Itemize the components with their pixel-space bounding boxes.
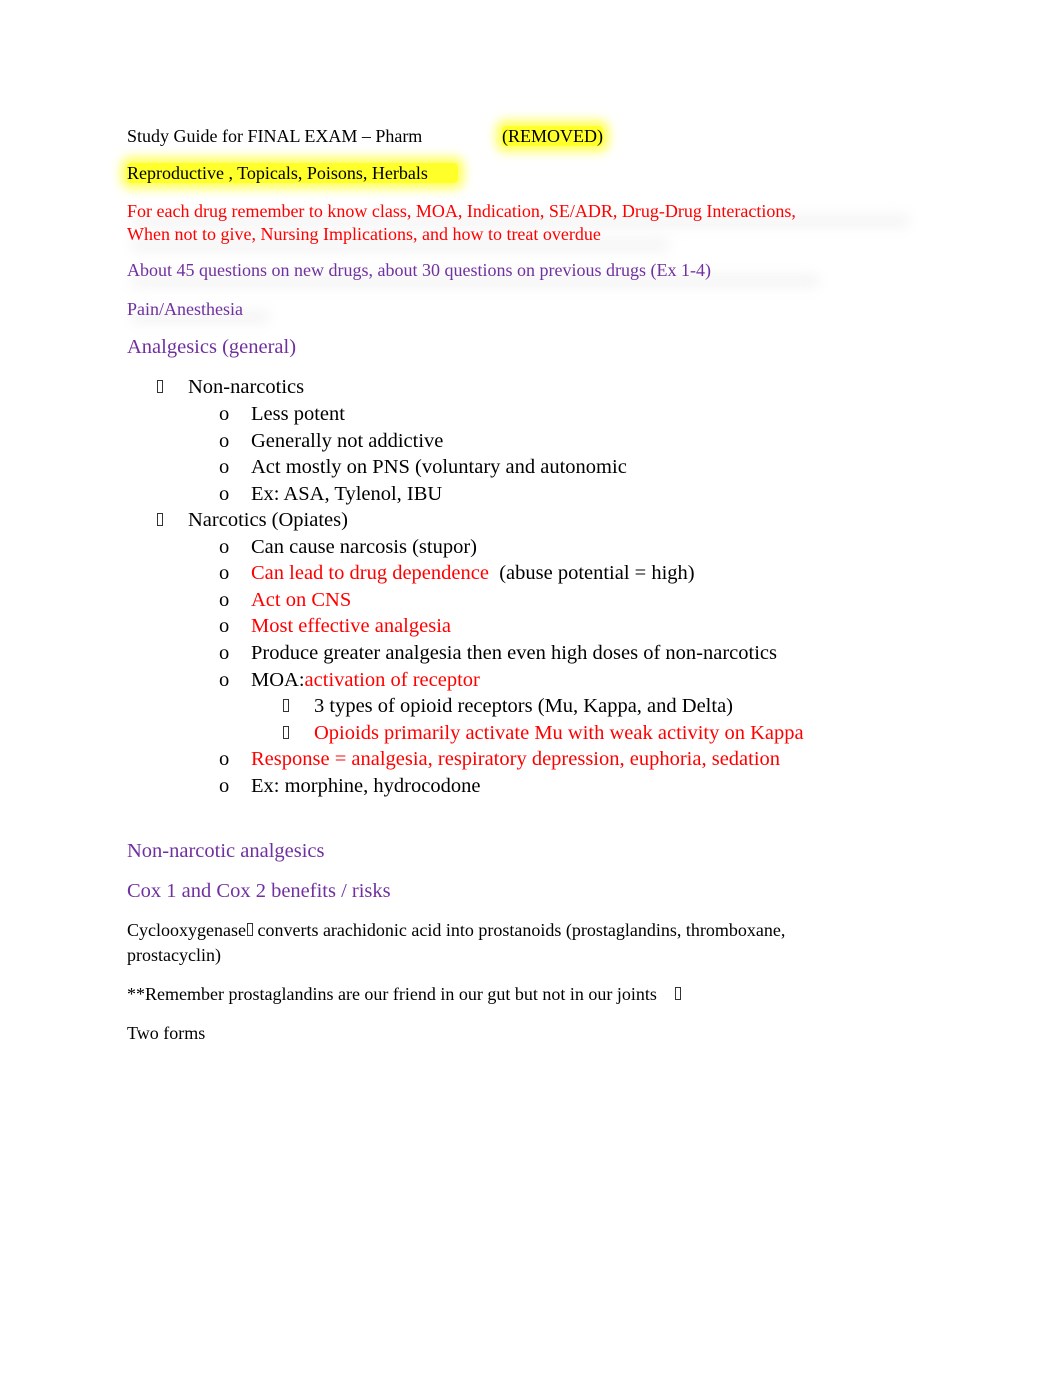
remember-note-text: **Remember prostaglandins are our friend… xyxy=(127,984,657,1004)
cox-paragraph-line-2: prostacyclin) xyxy=(127,945,221,965)
outline-subitem: Ex: ASA, Tylenol, IBU xyxy=(251,483,443,505)
section-heading: Pain/Anesthesia xyxy=(127,299,243,319)
circle-bullet-icon: o xyxy=(219,483,230,505)
outline-subitem: Act on CNS xyxy=(251,589,352,611)
circle-bullet-icon: o xyxy=(219,403,230,425)
square-bullet-icon xyxy=(283,720,289,746)
square-bullet-icon xyxy=(157,507,163,533)
document-title: Study Guide for FINAL EXAM – Pharm xyxy=(127,125,422,148)
outline-subitem: Act mostly on PNS (voluntary and autonom… xyxy=(251,456,627,478)
nonnarcotic-heading: Non-narcotic analgesics xyxy=(127,840,325,862)
circle-bullet-icon: o xyxy=(219,642,230,664)
moa-label: MOA: xyxy=(251,669,305,691)
instructions-line-2: When not to give, Nursing Implications, … xyxy=(127,224,601,244)
circle-bullet-icon: o xyxy=(219,775,230,797)
subsection-heading: Analgesics (general) xyxy=(127,336,297,358)
cox-para-rest: converts arachidonic acid into prostanoi… xyxy=(252,920,786,940)
circle-bullet-icon: o xyxy=(219,430,230,452)
remember-note: **Remember prostaglandins are our friend… xyxy=(127,983,681,1006)
instructions-line-1: For each drug remember to know class, MO… xyxy=(127,201,796,221)
outline-subitem: Produce greater analgesia then even high… xyxy=(251,642,777,664)
subtitle-text: Reproductive , Topicals, Poisons, Herbal… xyxy=(127,163,458,183)
cox-heading: Cox 1 and Cox 2 benefits / risks xyxy=(127,880,391,902)
outline-subitem: Response = analgesia, respiratory depres… xyxy=(251,748,781,770)
title-text: Study Guide for FINAL EXAM – Pharm xyxy=(127,126,423,146)
circle-bullet-icon: o xyxy=(219,748,230,770)
square-bullet-icon xyxy=(157,374,163,400)
outline-subitem: Most effective analgesia xyxy=(251,615,451,637)
outline-subsubitem: Opioids primarily activate Mu with weak … xyxy=(314,722,804,744)
question-note: About 45 questions on new drugs, about 3… xyxy=(127,260,711,280)
document-subtitle: Reproductive , Topicals, Poisons, Herbal… xyxy=(127,162,458,185)
outline-subitem: Less potent xyxy=(251,403,345,425)
outline-item-narcotics: Narcotics (Opiates) xyxy=(188,509,348,531)
outline-item-non-narcotics: Non-narcotics xyxy=(188,376,305,398)
circle-bullet-icon: o xyxy=(219,589,230,611)
outline-subitem-dependence: Can lead to drug dependence (abuse poten… xyxy=(251,560,695,586)
circle-bullet-icon: o xyxy=(219,456,230,478)
circle-bullet-icon: o xyxy=(219,669,230,691)
removed-tag: (REMOVED) xyxy=(502,125,603,148)
outline-subsubitem: 3 types of opioid receptors (Mu, Kappa, … xyxy=(314,695,733,717)
outline-subitem: Generally not addictive xyxy=(251,430,444,452)
abuse-potential-text: (abuse potential = high) xyxy=(499,562,695,584)
cox-paragraph-line-1: Cyclooxygenase converts arachidonic acid… xyxy=(127,919,785,942)
outline-subitem: Can cause narcosis (stupor) xyxy=(251,536,478,558)
circle-bullet-icon: o xyxy=(219,536,230,558)
outline-subitem-moa: MOA:activation of receptor xyxy=(251,667,480,693)
outline-subitem: Ex: morphine, hydrocodone xyxy=(251,775,481,797)
square-bullet-icon xyxy=(283,693,289,719)
document-page: Study Guide for FINAL EXAM – Pharm (REMO… xyxy=(0,0,1062,1377)
circle-bullet-icon: o xyxy=(219,615,230,637)
smiley-icon xyxy=(674,987,681,1000)
moa-value: activation of receptor xyxy=(304,669,480,691)
circle-bullet-icon: o xyxy=(219,562,230,584)
removed-tag-text: (REMOVED) xyxy=(502,126,603,146)
two-forms-text: Two forms xyxy=(127,1023,206,1043)
cyclooxygenase-text: Cyclooxygenase xyxy=(127,920,246,940)
dependence-text: Can lead to drug dependence xyxy=(251,562,489,584)
